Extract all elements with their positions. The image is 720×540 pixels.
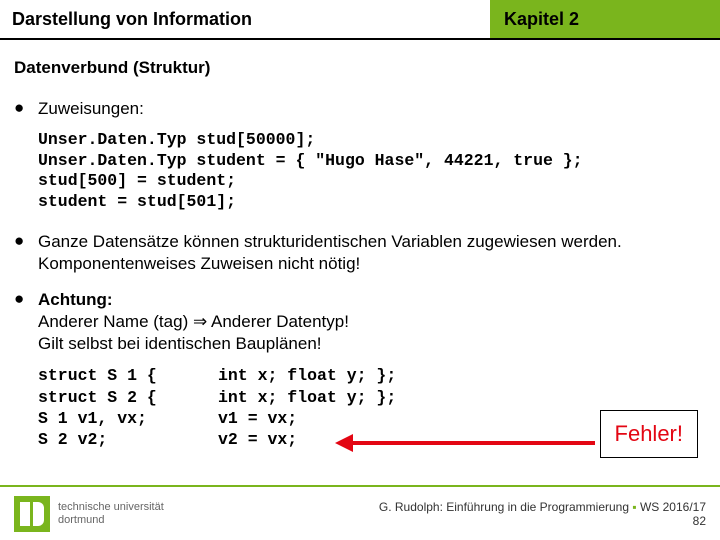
code2-r4c2: v2 = vx; [218,429,297,450]
bullet-2-text: Ganze Datensätze können strukturidentisc… [38,231,706,275]
footer-sem: WS 2016/17 [637,500,706,514]
achtung-label: Achtung: [38,290,113,309]
error-arrow [335,432,595,454]
logo-line2: dortmund [58,514,104,526]
code2-r2c2: int x; float y; }; [218,387,396,408]
bullet-3: ● Achtung: Anderer Name (tag) ⇒ Anderer … [14,289,706,355]
footer-text: G. Rudolph: Einführung in die Programmie… [379,500,632,514]
implies-icon: ⇒ [193,312,207,331]
bullet-marker: ● [14,231,38,275]
header-title-right: Kapitel 2 [490,0,720,38]
bullet-marker: ● [14,289,38,355]
code2-r4c1: S 2 v2; [38,429,218,450]
bullet-3-line2b: Anderer Datentyp! [207,312,349,331]
code2-r1c2: int x; float y; }; [218,365,396,386]
code2-r2c1: struct S 2 { [38,387,218,408]
page-number: 82 [693,514,706,528]
bullet-3-line3: Gilt selbst bei identischen Bauplänen! [38,334,322,353]
code2-r1c1: struct S 1 { [38,365,218,386]
logo: technische universität dortmund [14,496,164,532]
logo-line1: technische universität [58,501,164,513]
code2-r3c1: S 1 v1, vx; [38,408,218,429]
header-title-left: Darstellung von Information [0,0,490,38]
code2-r3c2: v1 = vx; [218,408,297,429]
footer-right: G. Rudolph: Einführung in die Programmie… [379,500,706,528]
error-callout: Fehler! [600,410,698,458]
bullet-1: ● Zuweisungen: [14,98,706,120]
footer: technische universität dortmund G. Rudol… [0,485,720,540]
logo-text: technische universität dortmund [58,501,164,525]
arrow-head-icon [335,434,353,452]
bullet-3-text: Achtung: Anderer Name (tag) ⇒ Anderer Da… [38,289,706,355]
code-block-1: Unser.Daten.Typ stud[50000]; Unser.Daten… [38,130,706,213]
slide-content: Datenverbund (Struktur) ● Zuweisungen: U… [0,40,720,451]
tu-logo-icon [14,496,50,532]
bullet-marker: ● [14,98,38,120]
subtitle: Datenverbund (Struktur) [14,58,706,78]
arrow-line [351,441,595,445]
bullet-3-line2a: Anderer Name (tag) [38,312,193,331]
bullet-2: ● Ganze Datensätze können strukturidenti… [14,231,706,275]
bullet-1-text: Zuweisungen: [38,98,706,120]
